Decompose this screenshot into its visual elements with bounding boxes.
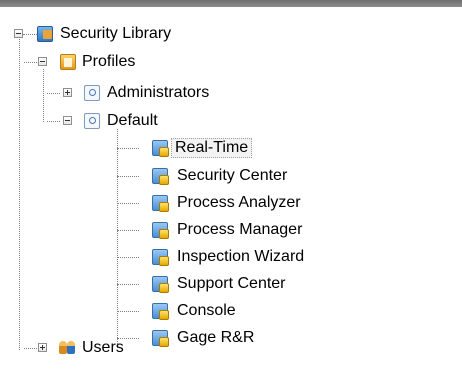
permission-lock-icon (152, 249, 169, 266)
permission-lock-icon (152, 168, 169, 185)
profile-icon (84, 113, 100, 129)
tree-line-users-h (24, 348, 37, 349)
tree-line-item-5 (117, 257, 139, 258)
users-icon (59, 340, 75, 356)
tree-line-item-2 (117, 176, 139, 177)
collapse-toggle-icon[interactable] (63, 116, 72, 125)
profile-icon (84, 85, 100, 101)
tree-line-profiles (43, 69, 44, 122)
security-tree-view[interactable]: Security Library Profiles Administrators… (0, 7, 462, 379)
tree-node-label[interactable]: Support Center (174, 274, 289, 294)
tree-node-label[interactable]: Users (79, 338, 127, 358)
tree-node-label[interactable]: Default (104, 111, 161, 131)
tree-node-label[interactable]: Inspection Wizard (174, 247, 307, 267)
permission-lock-icon (152, 276, 169, 293)
expand-toggle-icon[interactable] (63, 88, 72, 97)
tree-line-admin-h (47, 93, 60, 94)
tree-node-label[interactable]: Process Analyzer (174, 193, 304, 213)
tree-line-root-h (23, 34, 37, 35)
tree-line-default-h (47, 121, 60, 122)
tree-node-label[interactable]: Gage R&R (174, 328, 257, 348)
tree-line-default (117, 129, 118, 348)
tree-node-label[interactable]: Profiles (79, 52, 138, 72)
permission-lock-icon (152, 303, 169, 320)
permission-lock-icon (152, 330, 169, 347)
tree-node-label[interactable]: Console (174, 301, 239, 321)
tree-node-label[interactable]: Security Center (174, 166, 290, 186)
permission-lock-icon (152, 195, 169, 212)
collapse-toggle-icon[interactable] (14, 29, 23, 38)
window-top-border (0, 0, 462, 7)
tree-line-profiles-h (24, 62, 37, 63)
permission-lock-icon (152, 222, 169, 239)
permission-lock-icon (152, 140, 169, 157)
tree-line-item-1 (117, 148, 139, 149)
tree-line-item-6 (117, 284, 139, 285)
tree-node-label[interactable]: Administrators (104, 83, 212, 103)
tree-line-item-4 (117, 230, 139, 231)
tree-line-root (19, 34, 20, 350)
expand-toggle-icon[interactable] (38, 343, 47, 352)
profiles-folder-icon (60, 54, 76, 70)
tree-line-item-3 (117, 203, 139, 204)
security-library-icon (37, 26, 53, 42)
tree-line-item-7 (117, 311, 139, 312)
tree-node-label[interactable]: Real-Time (171, 138, 253, 158)
tree-node-label[interactable]: Security Library (57, 24, 174, 44)
collapse-toggle-icon[interactable] (38, 57, 47, 66)
tree-node-label[interactable]: Process Manager (174, 220, 305, 240)
